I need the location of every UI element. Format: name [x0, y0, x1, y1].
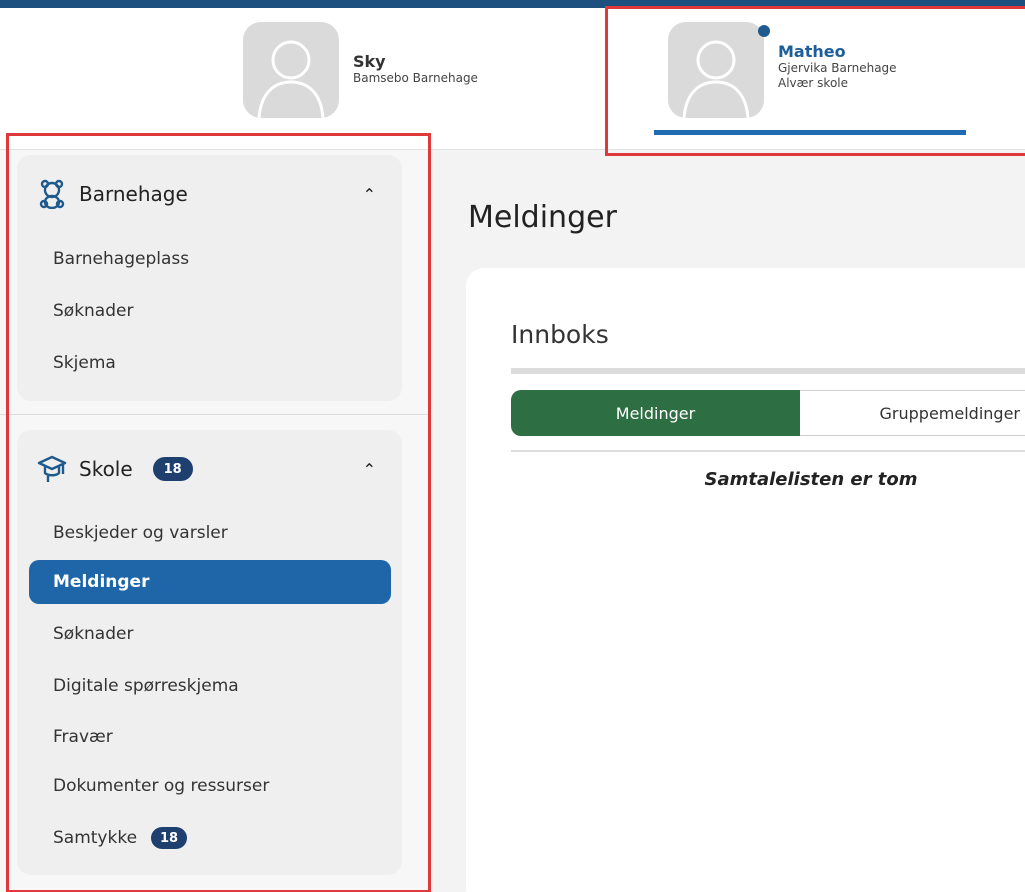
graduation-cap-icon — [37, 455, 67, 482]
child-institution: Alvær skole — [778, 76, 849, 90]
sidebar-item-soknader[interactable]: Søknader — [29, 612, 391, 656]
avatar — [668, 22, 764, 118]
child-institution: Gjervika Barnehage — [778, 61, 897, 75]
active-child-indicator — [654, 130, 966, 135]
section-header-skole[interactable]: Skole 18 — [37, 454, 193, 484]
inbox-title: Innboks — [511, 320, 609, 349]
sidebar-item-beskjeder-og-varsler[interactable]: Beskjeder og varsler — [29, 511, 391, 555]
sidebar-item-dokumenter-og-ressurser[interactable]: Dokumenter og ressurser — [29, 764, 391, 808]
sidebar-item-label: Meldinger — [53, 572, 150, 592]
sidebar-item-label: Samtykke — [53, 828, 138, 848]
child-info: Sky Bamsebo Barnehage — [353, 52, 478, 86]
notification-dot — [758, 25, 770, 37]
person-placeholder-icon — [682, 40, 750, 118]
section-header-barnehage[interactable]: Barnehage — [37, 179, 188, 209]
divider — [0, 414, 428, 415]
sidebar-item-samtykke[interactable]: Samtykke 18 — [29, 816, 391, 860]
child-name: Matheo — [778, 42, 846, 61]
child-institution: Bamsebo Barnehage — [353, 71, 478, 85]
messages-panel — [466, 268, 1025, 892]
sidebar-item-soknader[interactable]: Søknader — [29, 289, 391, 333]
empty-state-message: Samtalelisten er tom — [704, 469, 918, 490]
sidebar-item-skjema[interactable]: Skjema — [29, 341, 391, 385]
avatar — [243, 22, 339, 118]
message-tabs: Meldinger Gruppemeldinger — [511, 390, 1025, 436]
chevron-up-icon[interactable]: ⌃ — [363, 185, 376, 204]
person-placeholder-icon — [257, 40, 325, 118]
sidebar-item-label: Skjema — [53, 353, 116, 373]
sidebar-item-label: Dokumenter og ressurser — [53, 776, 270, 796]
nav-section-barnehage: Barnehage ⌃ Barnehageplass Søknader Skje… — [17, 155, 402, 401]
chevron-up-icon[interactable]: ⌃ — [363, 460, 376, 479]
sidebar-item-label: Digitale spørreskjema — [53, 676, 239, 696]
sidebar-item-meldinger[interactable]: Meldinger — [29, 560, 391, 604]
page-title: Meldinger — [468, 200, 617, 235]
child-info: Matheo Gjervika Barnehage Alvær skole — [778, 42, 897, 91]
child-card-matheo[interactable]: Matheo Gjervika Barnehage Alvær skole — [668, 22, 897, 118]
sidebar-item-label: Barnehageplass — [53, 249, 190, 269]
child-name: Sky — [353, 52, 386, 71]
divider — [511, 450, 1025, 452]
sidebar-item-barnehageplass[interactable]: Barnehageplass — [29, 237, 391, 281]
nav-section-skole: Skole 18 ⌃ Beskjeder og varsler Meldinge… — [17, 430, 402, 875]
count-badge: 18 — [152, 457, 193, 481]
sidebar-item-label: Beskjeder og varsler — [53, 523, 228, 543]
sidebar: Barnehage ⌃ Barnehageplass Søknader Skje… — [0, 150, 428, 892]
sidebar-item-label: Fravær — [53, 727, 113, 747]
teddy-bear-icon — [39, 179, 65, 209]
divider — [511, 368, 1025, 374]
tab-gruppemeldinger[interactable]: Gruppemeldinger — [800, 390, 1025, 436]
sidebar-item-digitale-sporreskjema[interactable]: Digitale spørreskjema — [29, 664, 391, 708]
sidebar-item-fravaer[interactable]: Fravær — [29, 715, 391, 759]
count-badge: 18 — [151, 827, 188, 849]
section-title: Skole — [79, 457, 133, 481]
section-title: Barnehage — [79, 182, 188, 206]
sidebar-item-label: Søknader — [53, 624, 134, 644]
sidebar-item-label: Søknader — [53, 301, 134, 321]
child-card-sky[interactable]: Sky Bamsebo Barnehage — [243, 22, 478, 118]
tab-meldinger[interactable]: Meldinger — [511, 390, 800, 436]
